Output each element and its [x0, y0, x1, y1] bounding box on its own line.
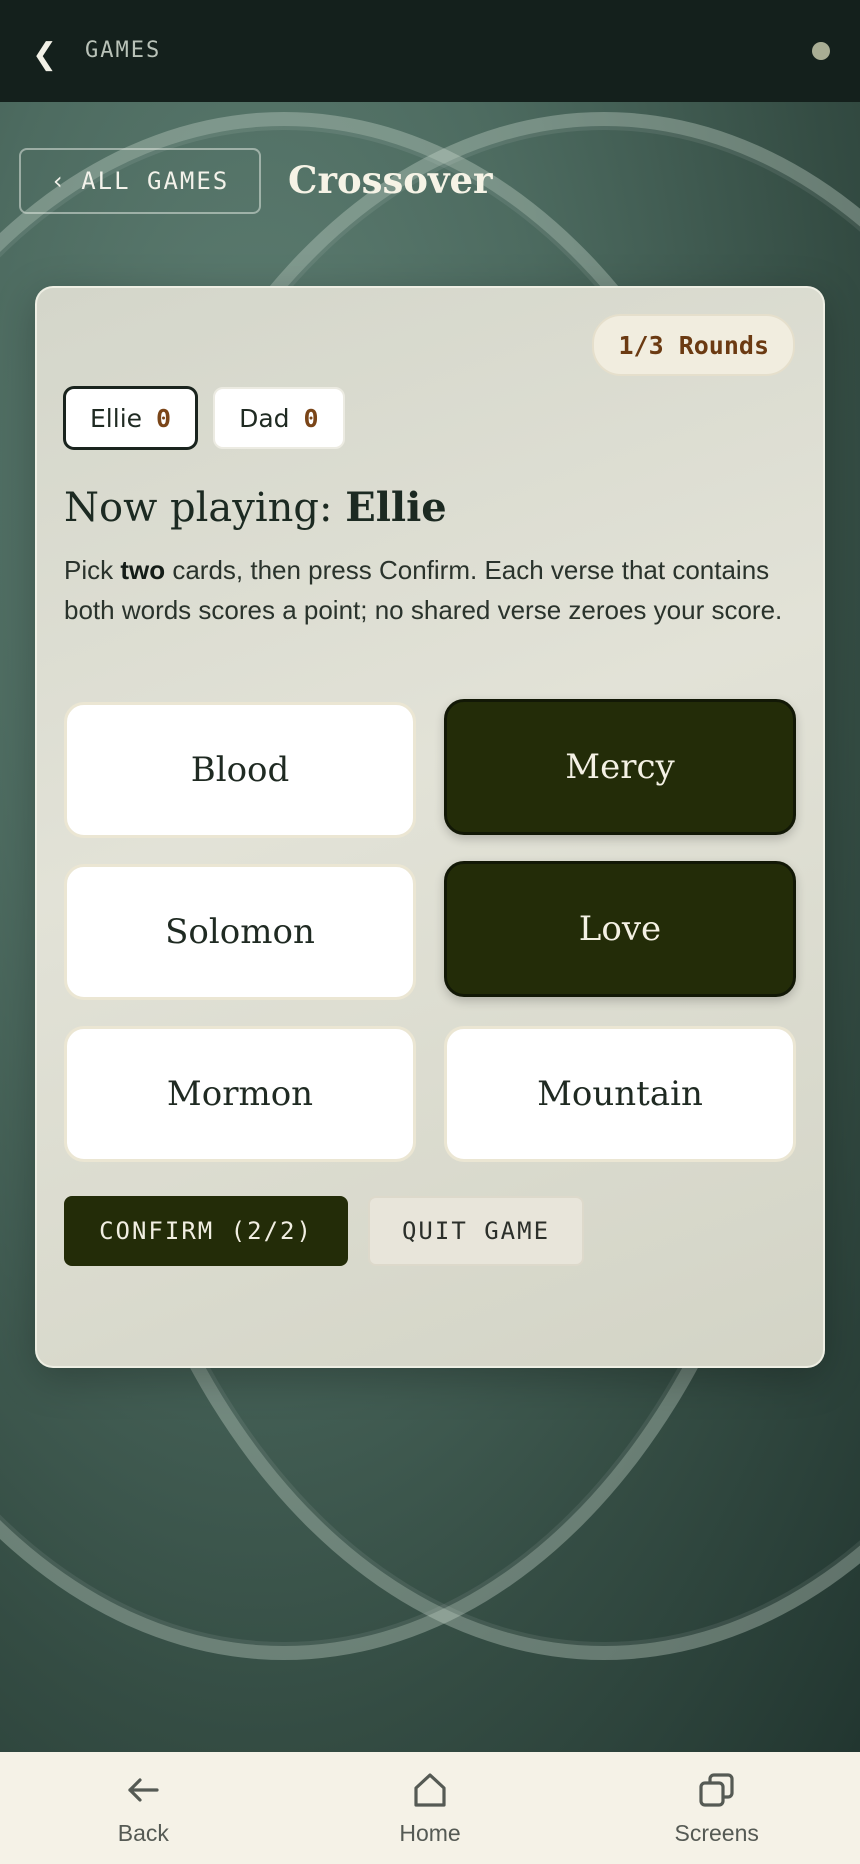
word-card-solomon[interactable]: Solomon: [64, 864, 416, 1000]
now-playing-heading: Now playing: Ellie: [64, 484, 447, 531]
word-card-mercy[interactable]: Mercy: [444, 699, 796, 835]
bottom-nav: Back Home Screens: [0, 1752, 860, 1864]
instructions-post: cards, then press Confirm. Each verse th…: [64, 555, 783, 625]
word-card-grid: Blood Mercy Solomon Love Mormon Mountain: [64, 699, 800, 1162]
word-card-mormon[interactable]: Mormon: [64, 1026, 416, 1162]
instructions-pre: Pick: [64, 555, 121, 585]
nav-home-label: Home: [399, 1819, 461, 1846]
player-score: 0: [156, 403, 172, 433]
game-panel: 1/3 Rounds Ellie 0 Dad 0 Now playing: El…: [35, 286, 825, 1368]
chevron-left-icon[interactable]: ❮: [32, 36, 57, 74]
all-games-label: ALL GAMES: [81, 167, 230, 195]
confirm-button[interactable]: CONFIRM (2/2): [64, 1196, 348, 1266]
now-playing-prefix: Now playing:: [64, 485, 346, 531]
nav-screens[interactable]: Screens: [573, 1752, 860, 1864]
screens-icon: [699, 1772, 734, 1807]
player-chip-dad: Dad 0: [213, 387, 345, 449]
player-chip-ellie: Ellie 0: [64, 387, 198, 449]
instructions-text: Pick two cards, then press Confirm. Each…: [64, 550, 804, 630]
word-card-love[interactable]: Love: [444, 861, 796, 997]
player-scores: Ellie 0 Dad 0: [64, 387, 345, 449]
word-card-blood[interactable]: Blood: [64, 702, 416, 838]
player-name: Ellie: [90, 403, 143, 433]
nav-screens-label: Screens: [674, 1819, 759, 1846]
rounds-badge: 1/3 Rounds: [592, 314, 795, 376]
game-title: Crossover: [288, 158, 493, 202]
player-name: Dad: [239, 403, 290, 433]
nav-home[interactable]: Home: [287, 1752, 574, 1864]
player-score: 0: [303, 403, 319, 433]
status-dot: [812, 42, 830, 60]
current-player-name: Ellie: [345, 484, 447, 531]
quit-game-button[interactable]: QUIT GAME: [368, 1196, 584, 1266]
chevron-left-icon: ‹: [50, 167, 68, 195]
nav-back[interactable]: Back: [0, 1752, 287, 1864]
top-bar-title: GAMES: [85, 38, 162, 63]
all-games-button[interactable]: ‹ ALL GAMES: [19, 148, 261, 214]
nav-back-label: Back: [117, 1819, 169, 1846]
arrow-left-icon: [128, 1777, 159, 1802]
home-icon: [414, 1772, 446, 1807]
top-bar: ❮ GAMES: [0, 0, 860, 102]
instructions-emphasis: two: [120, 555, 166, 585]
word-card-mountain[interactable]: Mountain: [444, 1026, 796, 1162]
